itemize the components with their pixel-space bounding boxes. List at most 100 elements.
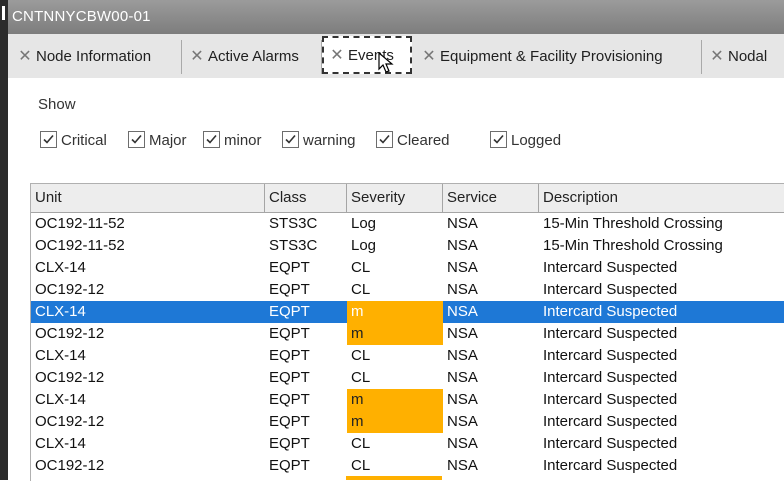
tab-close-icon[interactable]: ✕ bbox=[330, 38, 344, 74]
cell-unit: OC192-12 bbox=[35, 413, 105, 430]
window-left-edge bbox=[0, 0, 8, 480]
table-row[interactable]: OC192-12 EQPT CL NSA Intercard Suspected bbox=[31, 455, 784, 477]
filter-minor-checkbox[interactable]: minor bbox=[203, 130, 262, 152]
table-row[interactable]: OC192-12 EQPT CL NSA Intercard Suspected bbox=[31, 279, 784, 301]
cell-severity: CL bbox=[351, 457, 371, 474]
partial-row-severity-highlight bbox=[346, 476, 442, 480]
filter-label: Major bbox=[149, 132, 187, 149]
filter-logged-checkbox[interactable]: Logged bbox=[490, 130, 561, 152]
filter-label: minor bbox=[224, 132, 262, 149]
cell-severity: m bbox=[347, 323, 443, 345]
cell-unit: CLX-14 bbox=[35, 259, 86, 276]
cell-service: NSA bbox=[447, 347, 478, 364]
cell-class: EQPT bbox=[269, 281, 310, 298]
cell-service: NSA bbox=[447, 237, 478, 254]
cell-severity: CL bbox=[351, 281, 371, 298]
cell-description: 15-Min Threshold Crossing bbox=[543, 237, 723, 254]
cell-description: Intercard Suspected bbox=[543, 369, 678, 386]
window-title-bar[interactable]: CNTNNYCBW00-01 bbox=[8, 0, 784, 34]
cell-class: EQPT bbox=[269, 435, 310, 452]
cell-service: NSA bbox=[447, 215, 478, 232]
cell-unit: CLX-14 bbox=[35, 303, 86, 320]
cell-service: NSA bbox=[447, 259, 478, 276]
tab-close-icon[interactable]: ✕ bbox=[422, 40, 436, 74]
checkbox-checked-icon bbox=[282, 131, 299, 148]
tab-events[interactable]: ✕ Events bbox=[322, 36, 412, 74]
cell-description: 15-Min Threshold Crossing bbox=[543, 215, 723, 232]
filter-label: Critical bbox=[61, 132, 107, 149]
column-header-description[interactable]: Description bbox=[539, 184, 784, 212]
window-title: CNTNNYCBW00-01 bbox=[12, 8, 151, 25]
tab-close-icon[interactable]: ✕ bbox=[190, 40, 204, 74]
cell-description: Intercard Suspected bbox=[543, 435, 678, 452]
table-row[interactable]: OC192-12 EQPT m NSA Intercard Suspected bbox=[31, 411, 784, 433]
checkbox-checked-icon bbox=[203, 131, 220, 148]
events-panel: Show Critical Major minor warning Cleare… bbox=[8, 78, 784, 481]
cell-unit: OC192-12 bbox=[35, 325, 105, 342]
cell-service: NSA bbox=[447, 281, 478, 298]
cell-unit: OC192-11-52 bbox=[35, 237, 125, 254]
checkbox-checked-icon bbox=[128, 131, 145, 148]
checkbox-checked-icon bbox=[40, 131, 57, 148]
column-header-unit[interactable]: Unit bbox=[31, 184, 265, 212]
tab-node-information[interactable]: ✕ Node Information bbox=[10, 40, 182, 74]
table-row[interactable]: CLX-14 EQPT m NSA Intercard Suspected bbox=[31, 389, 784, 411]
table-row[interactable]: OC192-12 EQPT CL NSA Intercard Suspected bbox=[31, 367, 784, 389]
tab-label: Nodal bbox=[728, 48, 768, 65]
tab-strip: ✕ Node Information ✕ Active Alarms ✕ Events… bbox=[8, 34, 784, 79]
cell-service: NSA bbox=[447, 325, 478, 342]
table-row[interactable]: OC192-11-52 STS3C Log NSA 15-Min Threshold C… bbox=[31, 235, 784, 257]
filter-warning-checkbox[interactable]: warning bbox=[282, 130, 356, 152]
cell-service: NSA bbox=[447, 413, 478, 430]
cell-class: EQPT bbox=[269, 259, 310, 276]
column-header-service[interactable]: Service bbox=[443, 184, 539, 212]
cell-severity: Log bbox=[351, 215, 377, 232]
cell-description: Intercard Suspected bbox=[543, 413, 678, 430]
table-row[interactable]: CLX-14 EQPT CL NSA Intercard Suspected bbox=[31, 345, 784, 367]
table-row[interactable]: CLX-14 EQPT m NSA Intercard Suspected bbox=[31, 301, 784, 323]
tab-close-icon[interactable]: ✕ bbox=[710, 40, 724, 74]
cell-class: EQPT bbox=[269, 413, 310, 430]
table-row[interactable]: OC192-12 EQPT m NSA Intercard Suspected bbox=[31, 323, 784, 345]
tab-close-icon[interactable]: ✕ bbox=[18, 40, 32, 74]
cell-severity: CL bbox=[351, 259, 371, 276]
cell-severity: CL bbox=[351, 347, 371, 364]
cell-service: NSA bbox=[447, 369, 478, 386]
cell-class: STS3C bbox=[269, 215, 318, 232]
checkbox-checked-icon bbox=[376, 131, 393, 148]
cell-severity: Log bbox=[351, 237, 377, 254]
table-row[interactable]: OC192-11-52 STS3C Log NSA 15-Min Threshold C… bbox=[31, 213, 784, 235]
cell-unit: CLX-14 bbox=[35, 435, 86, 452]
cell-unit: OC192-12 bbox=[35, 457, 105, 474]
cell-description: Intercard Suspected bbox=[543, 457, 678, 474]
events-table: Unit Class Severity Service Description … bbox=[30, 183, 784, 481]
filter-critical-checkbox[interactable]: Critical bbox=[40, 130, 107, 152]
tab-nodal[interactable]: ✕ Nodal bbox=[702, 40, 784, 74]
column-header-severity[interactable]: Severity bbox=[347, 184, 443, 212]
filter-label: Cleared bbox=[397, 132, 450, 149]
cell-severity: CL bbox=[351, 435, 371, 452]
cell-class: EQPT bbox=[269, 457, 310, 474]
cell-class: EQPT bbox=[269, 325, 310, 342]
tab-label: Active Alarms bbox=[208, 48, 299, 65]
filter-cleared-checkbox[interactable]: Cleared bbox=[376, 130, 450, 152]
window-edge-notch bbox=[2, 6, 5, 20]
table-row[interactable]: CLX-14 EQPT CL NSA Intercard Suspected bbox=[31, 433, 784, 455]
tab-equipment-facility-provisioning[interactable]: ✕ Equipment & Facility Provisioning bbox=[414, 40, 702, 74]
tab-label: Equipment & Facility Provisioning bbox=[440, 48, 663, 65]
table-row[interactable]: CLX-14 EQPT CL NSA Intercard Suspected bbox=[31, 257, 784, 279]
filter-major-checkbox[interactable]: Major bbox=[128, 130, 187, 152]
cell-unit: OC192-12 bbox=[35, 369, 105, 386]
cell-service: NSA bbox=[447, 391, 478, 408]
cell-description: Intercard Suspected bbox=[543, 325, 678, 342]
cell-description: Intercard Suspected bbox=[543, 303, 678, 320]
filter-label: warning bbox=[303, 132, 356, 149]
tab-active-alarms[interactable]: ✕ Active Alarms bbox=[182, 40, 322, 74]
cell-unit: CLX-14 bbox=[35, 391, 86, 408]
cell-class: EQPT bbox=[269, 369, 310, 386]
tab-label: Node Information bbox=[36, 48, 152, 65]
mouse-cursor-icon bbox=[378, 52, 394, 73]
column-header-class[interactable]: Class bbox=[265, 184, 347, 212]
filter-label: Logged bbox=[511, 132, 562, 149]
cell-class: EQPT bbox=[269, 391, 310, 408]
